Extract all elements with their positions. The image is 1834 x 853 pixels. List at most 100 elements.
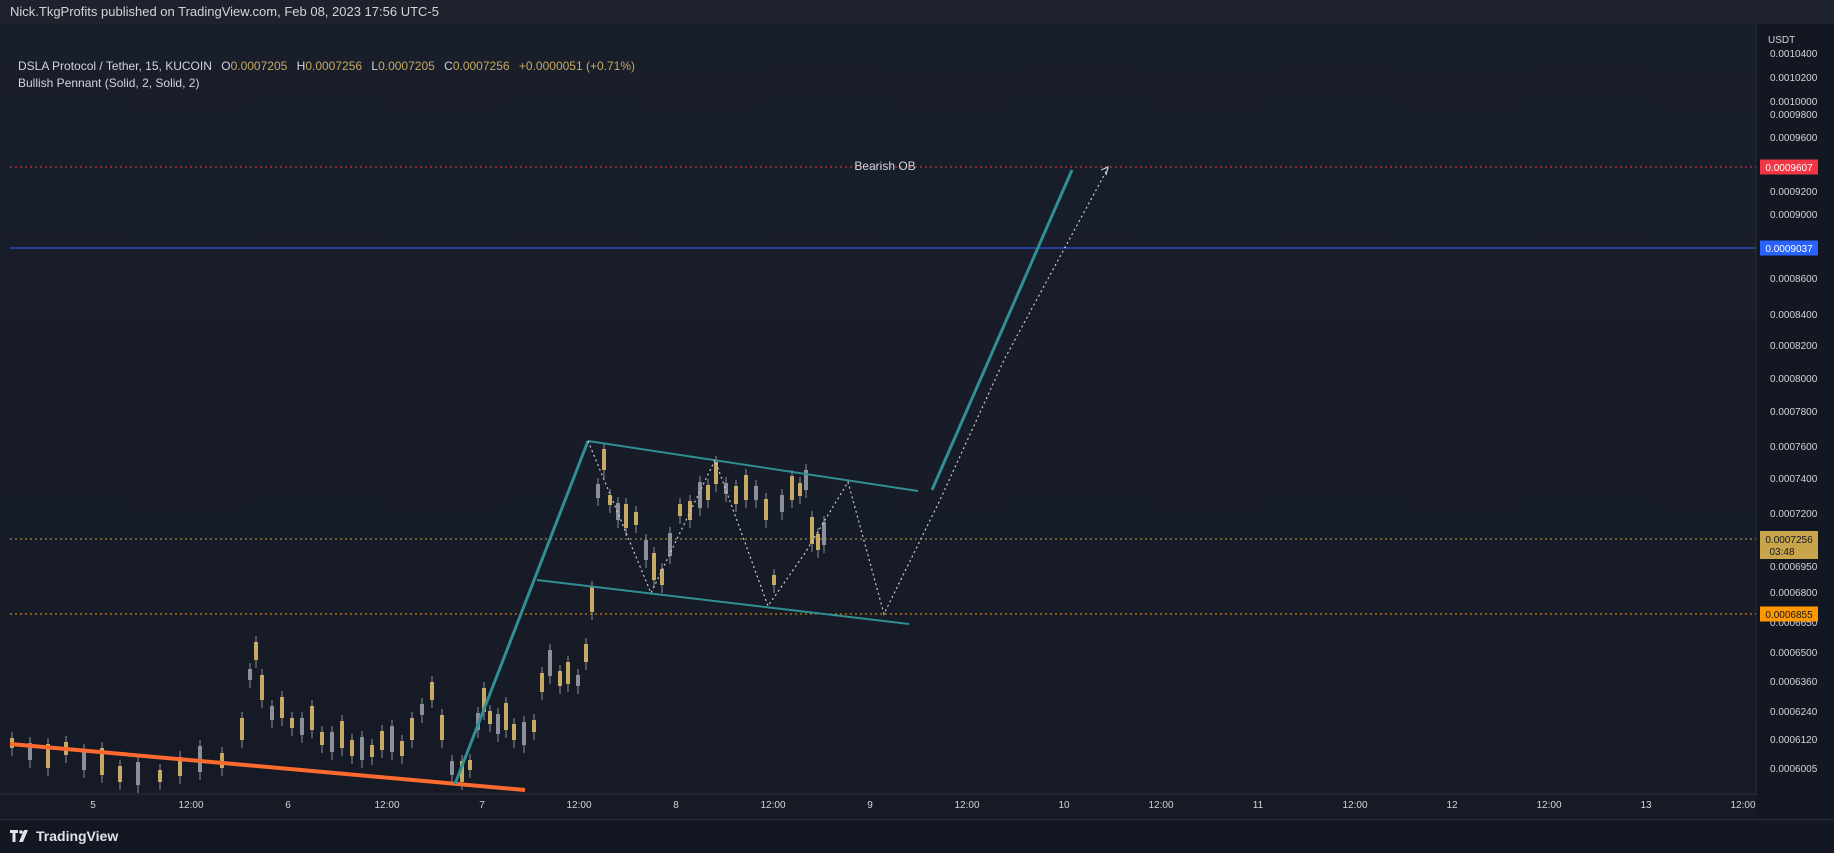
chart-area[interactable]: Bearish OB USDT 0.0010400 0.0010200 0.00100…	[0, 24, 1834, 819]
tradingview-brand[interactable]: TradingView	[10, 828, 118, 844]
high-value: 0.0007256	[305, 59, 363, 73]
candle-body	[772, 575, 776, 585]
high-label: H	[296, 59, 306, 73]
candle-body	[280, 697, 284, 718]
time-tick-label: 12:00	[178, 800, 203, 811]
candle-body	[634, 512, 638, 525]
candle-body	[420, 704, 424, 715]
candle-body	[668, 533, 672, 556]
bottom-bar: TradingView	[0, 819, 1834, 853]
last-price-badge-text: 0.0007256	[1765, 535, 1813, 546]
open-value: 0.0007205	[230, 59, 288, 73]
candle-body	[652, 553, 656, 580]
price-tick-label: 0.0006120	[1770, 735, 1818, 746]
candle-body	[566, 662, 570, 684]
candle-body	[790, 476, 794, 500]
candle-body	[780, 495, 784, 512]
pennant-pole-line[interactable]	[453, 440, 590, 785]
descending-trendline[interactable]	[9, 742, 526, 792]
candle-body	[468, 760, 472, 770]
time-tick-label: 12:00	[1536, 800, 1561, 811]
target-projection-line[interactable]	[930, 169, 1074, 491]
time-tick-label: 11	[1253, 800, 1264, 811]
candle-body	[724, 483, 728, 494]
change-value: +0.0000051 (+0.71%)	[518, 59, 635, 73]
candle-body	[816, 534, 820, 550]
time-tick-label: 5	[90, 800, 96, 811]
candle-body	[430, 682, 434, 700]
candle-body	[118, 766, 122, 782]
candle-body	[450, 761, 454, 775]
time-tick-label: 12:00	[1342, 800, 1367, 811]
close-value: 0.0007256	[452, 59, 510, 73]
candle-body	[590, 587, 594, 612]
pennant-upper-line[interactable]	[587, 440, 919, 492]
price-tick-label: 0.0009600	[1770, 133, 1818, 144]
candle-body	[688, 501, 692, 520]
time-tick-label: 12:00	[1730, 800, 1755, 811]
price-tick-label: 0.0006360	[1770, 677, 1818, 688]
candle-body	[822, 522, 826, 545]
candle-body	[400, 741, 404, 756]
bearish-ob-badge-text: 0.0009607	[1765, 163, 1813, 174]
chart-legend: DSLA Protocol / Tether, 15, KUCOIN O0.00…	[18, 58, 635, 92]
price-tick-label: 0.0009800	[1770, 110, 1818, 121]
candle-body	[488, 711, 492, 724]
time-tick-label: 12:00	[760, 800, 785, 811]
candle-body	[602, 449, 606, 470]
candle-body	[330, 732, 334, 752]
time-axis[interactable]: 5 12:00 6 12:00 7 12:00 8 12:00 9 12:00 10 12:00 11 1…	[90, 800, 1756, 811]
symbol-label[interactable]: DSLA Protocol / Tether, 15, KUCOIN	[18, 59, 212, 73]
price-tick-label: 0.0009000	[1770, 210, 1818, 221]
price-tick-label: 0.0008200	[1770, 341, 1818, 352]
price-tick-label: 0.0010400	[1770, 49, 1818, 60]
candle-body	[248, 669, 252, 680]
time-tick-label: 12:00	[374, 800, 399, 811]
price-tick-label: 0.0010200	[1770, 73, 1818, 84]
candle-body	[440, 715, 444, 740]
candle-body	[644, 540, 648, 560]
candle-body	[798, 483, 802, 496]
drawings: Bearish OB	[9, 159, 1756, 792]
price-chart[interactable]: Bearish OB USDT 0.0010400 0.0010200 0.00100…	[0, 24, 1834, 819]
time-tick-label: 12:00	[954, 800, 979, 811]
time-tick-label: 8	[673, 800, 679, 811]
candle-body	[380, 731, 384, 750]
open-label: O	[221, 59, 231, 73]
candle-body	[350, 740, 354, 756]
candle-body	[706, 485, 710, 500]
candle-body	[548, 650, 552, 676]
candle-body	[260, 675, 264, 700]
price-tick-label: 0.0010000	[1770, 97, 1818, 108]
candle-body	[390, 726, 394, 752]
candle-body	[410, 718, 414, 740]
candle-body	[240, 718, 244, 740]
candle-body	[624, 504, 628, 528]
brand-label: TradingView	[36, 828, 119, 844]
time-tick-label: 7	[479, 800, 485, 811]
published-by-header: Nick.TkgProfits published on TradingView…	[0, 0, 1834, 24]
time-tick-label: 13	[1640, 800, 1652, 811]
price-tick-label: 0.0008600	[1770, 274, 1818, 285]
candle-body	[220, 753, 224, 768]
price-tick-label: 0.0006240	[1770, 707, 1818, 718]
time-tick-label: 6	[285, 800, 291, 811]
candle-body	[558, 671, 562, 686]
price-tick-label: 0.0006005	[1770, 764, 1818, 775]
candle-body	[522, 722, 526, 745]
time-tick-label: 12:00	[1148, 800, 1173, 811]
candle-body	[496, 714, 500, 734]
projected-path[interactable]	[587, 167, 1109, 616]
currency-label: USDT	[1768, 35, 1795, 46]
projection-arrow-icon	[1100, 165, 1109, 176]
candle-body	[270, 706, 274, 720]
price-tick-label: 0.0007800	[1770, 407, 1818, 418]
candle-body	[340, 721, 344, 748]
blue-level-badge-text: 0.0009037	[1765, 244, 1813, 255]
price-tick-label: 0.0008000	[1770, 374, 1818, 385]
price-tick-label: 0.0006800	[1770, 588, 1818, 599]
price-tick-label: 0.0007600	[1770, 442, 1818, 453]
low-value: 0.0007205	[378, 59, 435, 73]
indicator-label[interactable]: Bullish Pennant (Solid, 2, Solid, 2)	[18, 75, 635, 92]
support-badge-text: 0.0006855	[1765, 610, 1813, 621]
